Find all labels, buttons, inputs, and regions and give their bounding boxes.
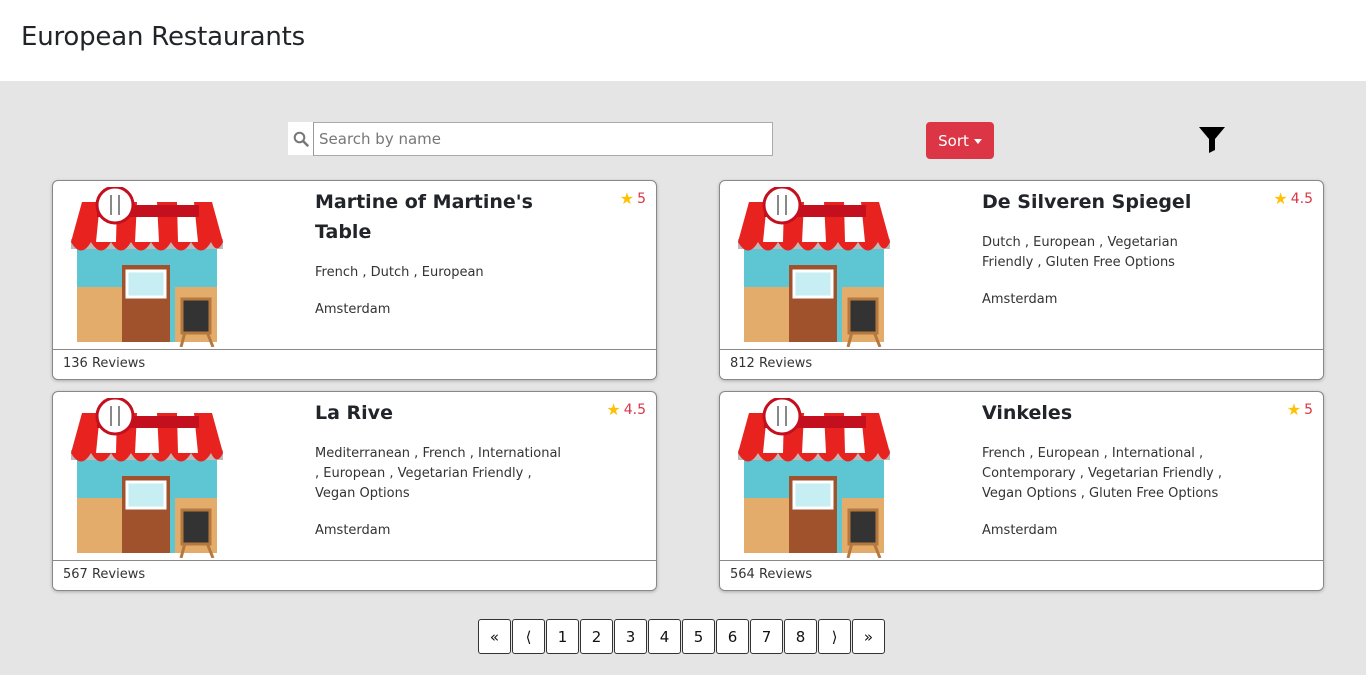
restaurant-city: Amsterdam <box>315 523 391 538</box>
last-page-button[interactable]: » <box>852 619 885 654</box>
restaurant-image <box>734 396 894 559</box>
rating-value: 4.5 <box>623 401 646 418</box>
star-icon: ★ <box>1273 189 1288 208</box>
rating-value: 5 <box>1304 401 1313 418</box>
review-count: 567 Reviews <box>53 560 656 590</box>
prev-page-button[interactable]: ⟨ <box>512 619 545 654</box>
star-icon: ★ <box>619 189 635 208</box>
rating-value: 4.5 <box>1290 190 1313 207</box>
pagination: « ⟨ 1 2 3 4 5 6 7 8 ⟩ » <box>478 619 886 654</box>
filter-icon[interactable] <box>1197 124 1227 154</box>
restaurant-name[interactable]: La Rive <box>315 398 555 428</box>
rating: ★ 5 <box>620 189 646 208</box>
restaurant-name[interactable]: Martine of Martine's Table <box>315 187 555 247</box>
cuisine-list: Mediterranean , French , International ,… <box>315 446 562 501</box>
restaurant-card[interactable]: Martine of Martine's Table ★ 5 French , … <box>52 180 657 380</box>
restaurant-storefront-icon <box>738 185 890 348</box>
page-button-3[interactable]: 3 <box>614 619 647 654</box>
rating-value: 5 <box>637 190 646 207</box>
page-title: European Restaurants <box>21 22 305 52</box>
page-button-4[interactable]: 4 <box>648 619 681 654</box>
page-button-7[interactable]: 7 <box>750 619 783 654</box>
page-button-8[interactable]: 8 <box>784 619 817 654</box>
cuisine-list: Dutch , European , Vegetarian Friendly ,… <box>982 235 1178 270</box>
restaurant-name[interactable]: Vinkeles <box>982 398 1222 428</box>
restaurant-image <box>67 185 227 348</box>
restaurant-storefront-icon <box>71 185 223 348</box>
restaurant-image <box>67 396 227 559</box>
star-icon: ★ <box>1286 400 1302 419</box>
page-button-6[interactable]: 6 <box>716 619 749 654</box>
search-bar <box>288 122 773 156</box>
restaurant-storefront-icon <box>738 396 890 559</box>
rating: ★ 4.5 <box>606 400 646 419</box>
cuisine-list: French , Dutch , European <box>315 265 484 280</box>
restaurant-image <box>734 185 894 348</box>
review-count: 812 Reviews <box>720 349 1323 379</box>
star-icon: ★ <box>606 400 621 419</box>
restaurant-storefront-icon <box>71 396 223 559</box>
search-icon <box>288 122 313 155</box>
restaurant-card[interactable]: La Rive ★ 4.5 Mediterranean , French , I… <box>52 391 657 591</box>
caret-down-icon <box>973 138 982 144</box>
next-page-button[interactable]: ⟩ <box>818 619 851 654</box>
page-button-2[interactable]: 2 <box>580 619 613 654</box>
sort-label: Sort <box>938 131 969 150</box>
restaurant-card[interactable]: De Silveren Spiegel ★ 4.5 Dutch , Europe… <box>719 180 1324 380</box>
page-header: European Restaurants <box>0 0 1366 81</box>
search-input[interactable] <box>313 122 773 156</box>
sort-dropdown-button[interactable]: Sort <box>926 122 994 159</box>
restaurant-city: Amsterdam <box>315 302 391 317</box>
cuisine-list: French , European , International , Cont… <box>982 446 1223 501</box>
first-page-button[interactable]: « <box>478 619 511 654</box>
rating: ★ 4.5 <box>1273 189 1313 208</box>
page-button-5[interactable]: 5 <box>682 619 715 654</box>
main-content: Sort <box>0 81 1366 675</box>
review-count: 136 Reviews <box>53 349 656 379</box>
restaurant-city: Amsterdam <box>982 292 1058 307</box>
restaurant-city: Amsterdam <box>982 523 1058 538</box>
restaurant-card[interactable]: Vinkeles ★ 5 French , European , Interna… <box>719 391 1324 591</box>
review-count: 564 Reviews <box>720 560 1323 590</box>
restaurant-name[interactable]: De Silveren Spiegel <box>982 187 1222 217</box>
page-button-1[interactable]: 1 <box>546 619 579 654</box>
rating: ★ 5 <box>1287 400 1313 419</box>
